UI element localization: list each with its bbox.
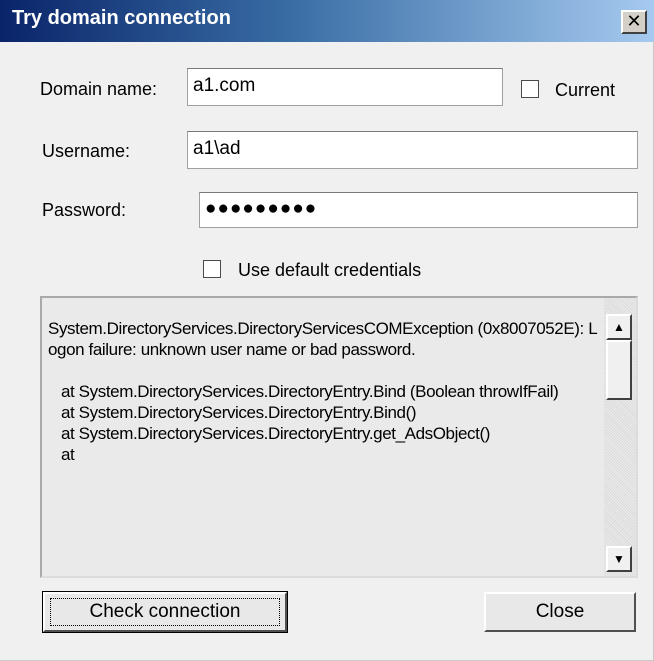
username-field[interactable]: a1\ad (187, 131, 638, 169)
error-log-textbox[interactable]: System.DirectoryServices.DirectoryServic… (40, 296, 638, 578)
close-window-button[interactable]: ✕ (621, 10, 647, 34)
default-credentials-label: Use default credentials (238, 260, 422, 280)
scroll-up-icon[interactable]: ▲ (606, 314, 632, 340)
window-title: Try domain connection (12, 7, 231, 29)
username-label: Username: (42, 141, 131, 161)
scroll-down-icon[interactable]: ▼ (606, 546, 632, 572)
title-bar[interactable]: Try domain connection ✕ (0, 0, 654, 42)
scroll-thumb[interactable] (606, 340, 632, 400)
dialog-window: Try domain connection ✕ Domain name: a1.… (0, 0, 654, 661)
close-button[interactable]: Close (484, 592, 636, 632)
close-button-label: Close (535, 601, 585, 622)
password-label: Password: (42, 200, 127, 220)
domain-name-field[interactable]: a1.com (187, 68, 503, 106)
check-connection-label: Check connection (89, 601, 241, 622)
check-connection-button[interactable]: Check connection (42, 591, 288, 633)
default-credentials-checkbox[interactable] (203, 260, 221, 278)
domain-name-label: Domain name: (40, 79, 158, 99)
error-log-text: System.DirectoryServices.DirectoryServic… (48, 319, 598, 464)
password-field[interactable]: ●●●●●●●●● (199, 192, 638, 228)
current-checkbox[interactable] (521, 80, 539, 98)
current-label: Current (555, 80, 616, 100)
log-scrollbar[interactable]: ▲ ▼ (604, 298, 636, 576)
